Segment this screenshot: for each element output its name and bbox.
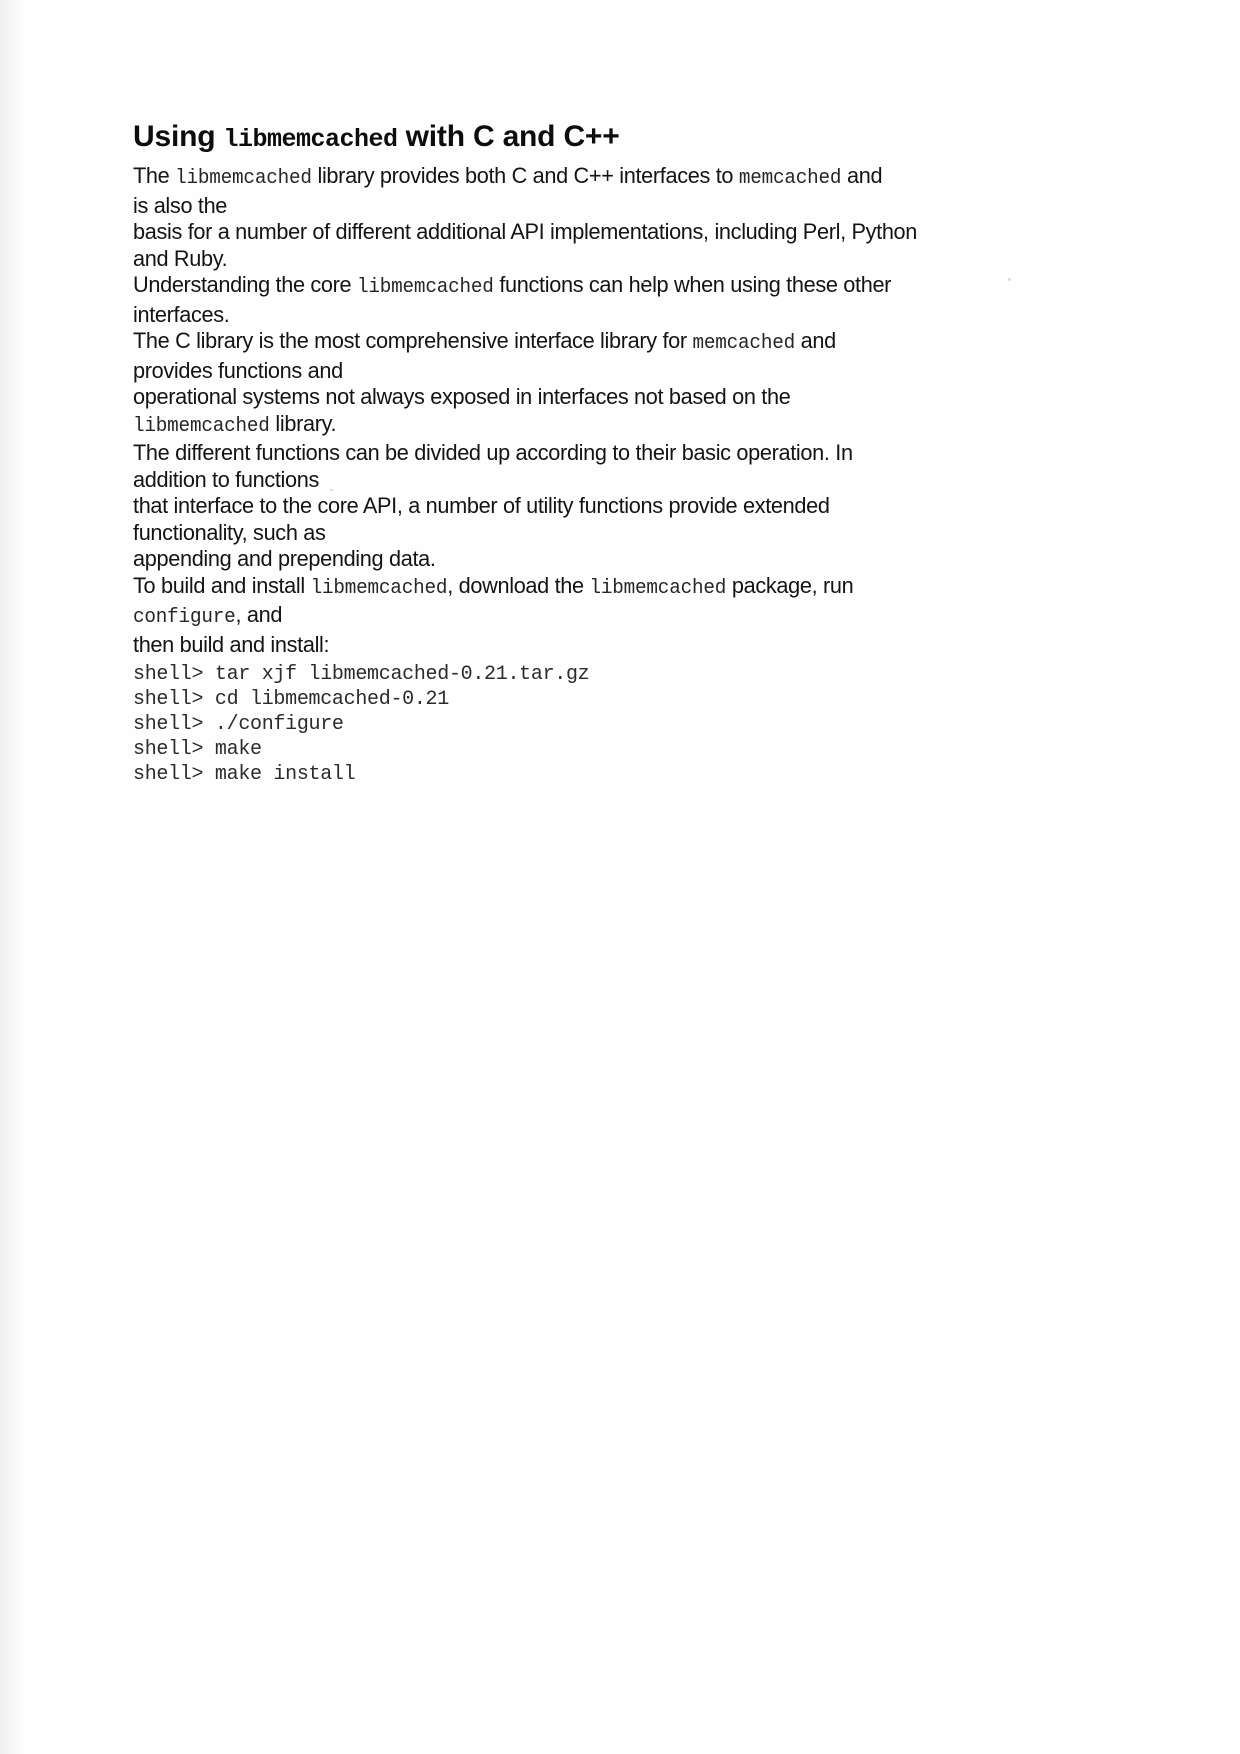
line-16-run-0: To build and install — [133, 572, 311, 598]
line-4-run-0: and Ruby. — [133, 245, 228, 271]
line-5-run-0: Understanding the core — [133, 272, 357, 297]
line-1-run-3: memcached — [738, 167, 842, 190]
body-line-12: addition to functions — [133, 467, 1040, 494]
line-9-run-0: operational systems not always exposed i… — [133, 384, 791, 409]
line-10-run-1: library. — [269, 410, 337, 436]
line-1-run-1: libmemcached — [175, 167, 312, 190]
body-line-15: appending and prepending data. — [133, 546, 1040, 573]
body-line-8: provides functions and — [133, 358, 1040, 385]
shell-command-line-3: shell> ./configure — [133, 713, 344, 736]
line-7-run-0: The C library is the most comprehensive … — [133, 328, 693, 353]
line-5-run-2: functions can help when using these othe… — [493, 272, 892, 297]
line-11-run-0: The different functions can be divided u… — [133, 440, 853, 465]
line-1-run-0: The — [133, 163, 176, 188]
line-5-run-1: libmemcached — [356, 276, 494, 299]
line-17-run-0: configure — [133, 606, 236, 629]
document-page: Using libmemcached with C and C++ The li… — [0, 0, 1240, 1754]
body-line-4: and Ruby. — [133, 246, 1040, 273]
shell-command-line-2: shell> cd libmemcached-0.21 — [133, 688, 449, 711]
body-line-1: The libmemcached library provides both C… — [133, 163, 1040, 193]
line-3-run-0: basis for a number of different addition… — [133, 219, 918, 244]
line-16-run-4: package, run — [726, 572, 854, 598]
body-line-13: that interface to the core API, a number… — [133, 493, 1040, 520]
body-line-16: To build and install libmemcached, downl… — [133, 573, 1040, 603]
page-title: Using libmemcached with C and C++ — [133, 120, 1073, 157]
line-15-run-0: appending and prepending data. — [133, 546, 436, 571]
body-line-18: then build and install: — [133, 632, 1040, 659]
body-line-3: basis for a number of different addition… — [133, 219, 1040, 246]
title-run-0: Using — [133, 120, 224, 153]
line-16-run-3: libmemcached — [589, 576, 727, 600]
body-line-11: The different functions can be divided u… — [133, 440, 1040, 467]
line-2-run-0: is also the — [133, 192, 228, 218]
shell-command-block: shell> tar xjf libmemcached-0.21.tar.gz s… — [133, 662, 1073, 787]
body-line-2: is also the — [133, 193, 1040, 220]
title-run-2: with C and C++ — [397, 120, 620, 153]
line-6-run-0: interfaces. — [133, 301, 230, 327]
shell-command-line-1: shell> tar xjf libmemcached-0.21.tar.gz — [133, 663, 590, 686]
line-13-run-0: that interface to the core API, a number… — [133, 493, 830, 518]
body-line-14: functionality, such as — [133, 520, 1040, 547]
shell-command-line-4: shell> make — [133, 738, 262, 761]
line-17-run-1: , and — [235, 602, 283, 627]
line-12-run-0: addition to functions — [133, 466, 320, 492]
line-10-run-0: libmemcached — [133, 414, 270, 438]
line-16-run-2: , download the — [447, 572, 590, 598]
shell-command-line-5: shell> make install — [133, 763, 356, 786]
line-7-run-1: memcached — [692, 332, 795, 355]
body-line-6: interfaces. — [133, 302, 1040, 329]
body-paragraph-block: The libmemcached library provides both C… — [133, 163, 1073, 658]
line-1-run-4: and — [841, 163, 883, 188]
line-16-run-1: libmemcached — [310, 576, 448, 600]
body-line-5: Understanding the core libmemcached func… — [133, 272, 1040, 302]
line-18-run-0: then build and install: — [133, 631, 330, 657]
line-8-run-0: provides functions and — [133, 357, 343, 383]
body-line-7: The C library is the most comprehensive … — [133, 328, 1040, 358]
line-14-run-0: functionality, such as — [133, 519, 326, 545]
body-line-17: configure, and — [133, 602, 1040, 632]
document-content: Using libmemcached with C and C++ The li… — [133, 120, 1073, 787]
body-line-9: operational systems not always exposed i… — [133, 384, 1040, 411]
line-7-run-2: and — [794, 328, 837, 353]
line-1-run-2: library provides both C and C++ interfac… — [311, 163, 739, 188]
body-line-10: libmemcached library. — [133, 411, 1040, 441]
title-run-1: libmemcached — [223, 125, 398, 154]
